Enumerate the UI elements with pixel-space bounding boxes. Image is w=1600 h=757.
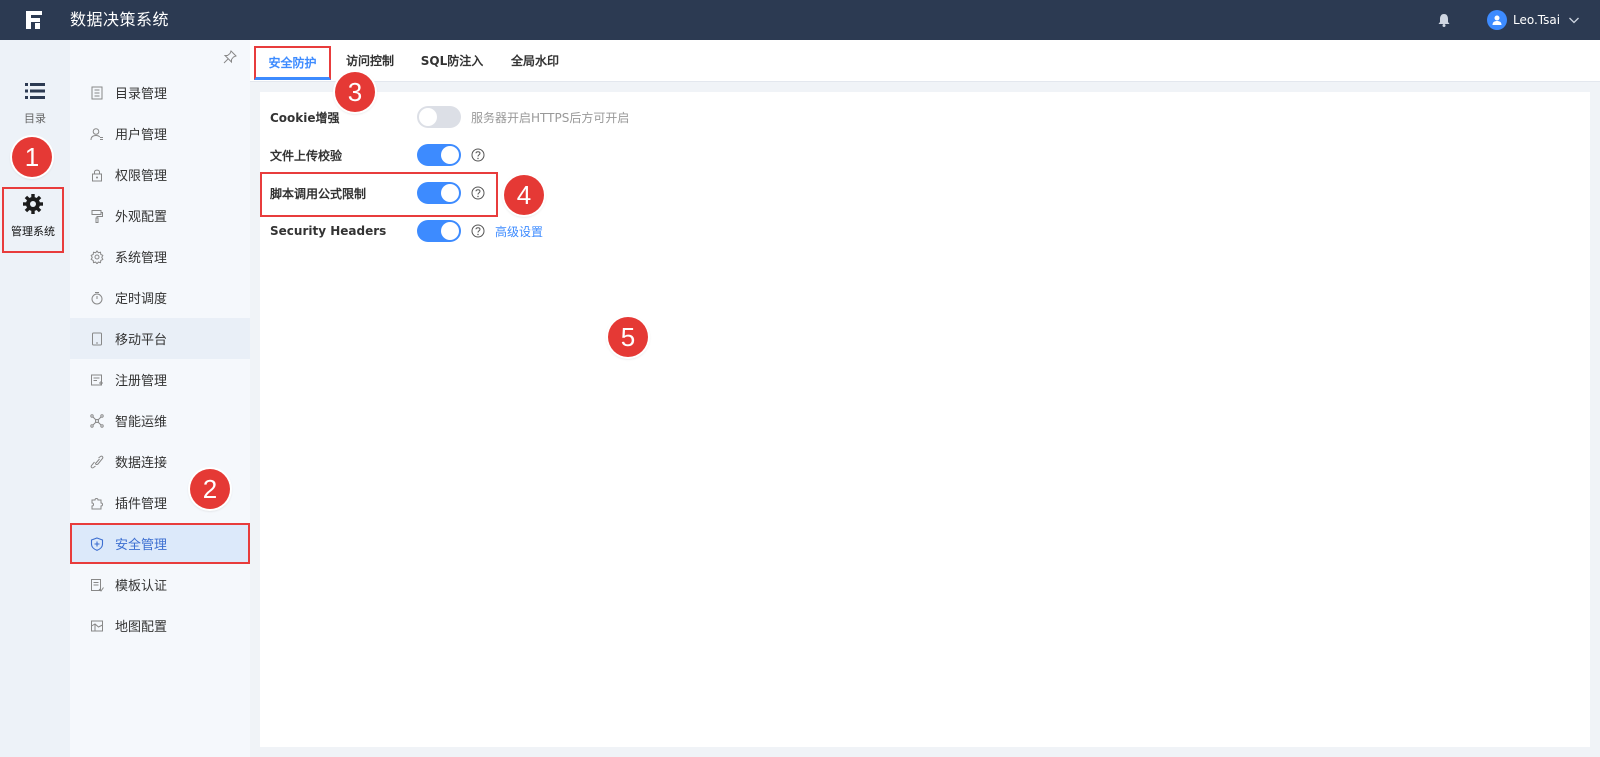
shield-icon xyxy=(90,536,104,551)
top-bar: 数据决策系统 Leo.Tsai xyxy=(0,0,1600,40)
setting-label: 文件上传校验 xyxy=(270,148,343,163)
sidebar-item[interactable]: 模板认证 xyxy=(70,564,250,605)
sidebar-item-label: 权限管理 xyxy=(115,169,168,184)
tab-security-protection[interactable]: 安全防护 xyxy=(254,46,331,80)
sidebar-item-label: 外观配置 xyxy=(115,210,168,225)
security-headers-toggle[interactable] xyxy=(417,220,461,242)
logo-icon[interactable] xyxy=(24,9,44,31)
setting-label: Cookie增强 xyxy=(270,110,340,125)
advanced-settings-link[interactable]: 高级设置 xyxy=(495,223,543,240)
sidebar-item[interactable]: 定时调度 xyxy=(70,277,250,318)
annotation-badge: 3 xyxy=(335,72,375,112)
app-title: 数据决策系统 xyxy=(70,10,170,29)
sidebar-item-label: 数据连接 xyxy=(115,456,168,471)
sidebar-item[interactable]: 用户管理 xyxy=(70,113,250,154)
help-icon[interactable] xyxy=(471,148,485,162)
user-icon xyxy=(90,127,103,140)
cookie-toggle[interactable] xyxy=(417,106,461,128)
sidebar-item[interactable]: 系统管理 xyxy=(70,236,250,277)
sidebar-item-label: 目录管理 xyxy=(115,87,168,102)
annotation-badge: 2 xyxy=(190,469,230,509)
sidebar-item[interactable]: 安全管理 xyxy=(70,523,250,564)
paint-roller-icon xyxy=(91,209,103,223)
setting-hint: 服务器开启HTTPS后方可开启 xyxy=(471,110,630,125)
rail-item-catalog[interactable]: 目录 xyxy=(0,82,70,126)
rail-catalog-label: 目录 xyxy=(24,112,46,125)
list-icon xyxy=(25,83,45,99)
timer-icon xyxy=(91,291,103,304)
sidebar-menu: 目录管理用户管理权限管理外观配置系统管理定时调度移动平台注册管理智能运维数据连接… xyxy=(70,72,250,646)
file-upload-toggle[interactable] xyxy=(417,144,461,166)
sidebar-item[interactable]: 地图配置 xyxy=(70,605,250,646)
tab-sql-injection[interactable]: SQL防注入 xyxy=(415,46,489,80)
user-menu[interactable]: Leo.Tsai xyxy=(1487,9,1580,31)
help-icon[interactable] xyxy=(471,224,485,238)
sidebar-item[interactable]: 注册管理 xyxy=(70,359,250,400)
sidebar-item[interactable]: 权限管理 xyxy=(70,154,250,195)
setting-label: Security Headers xyxy=(270,224,387,238)
rail-admin-label: 管理系统 xyxy=(11,225,55,238)
lock-icon xyxy=(92,169,102,181)
link-icon xyxy=(90,455,104,468)
setting-security-headers: Security Headers 高级设置 xyxy=(270,219,543,243)
sidebar-item-label: 智能运维 xyxy=(115,415,168,430)
pin-icon[interactable] xyxy=(223,50,237,64)
chevron-down-icon[interactable] xyxy=(1568,14,1580,26)
puzzle-icon xyxy=(91,497,103,509)
sidebar-item-label: 系统管理 xyxy=(115,251,168,266)
tab-bar: 安全防护 访问控制 SQL防注入 全局水印 xyxy=(250,40,1600,82)
sidebar-item-label: 插件管理 xyxy=(115,497,168,512)
sidebar-item[interactable]: 目录管理 xyxy=(70,72,250,113)
annotation-badge: 5 xyxy=(608,317,648,357)
setting-file-upload: 文件上传校验 xyxy=(270,143,485,167)
user-name[interactable]: Leo.Tsai xyxy=(1513,13,1560,27)
sidebar-item-label: 移动平台 xyxy=(115,333,168,348)
map-icon xyxy=(91,620,103,631)
sidebar-item-label: 地图配置 xyxy=(115,620,168,635)
avatar[interactable] xyxy=(1487,10,1507,30)
gear-icon xyxy=(23,194,43,214)
row-highlight-box xyxy=(260,172,498,217)
main-content: 安全防护 访问控制 SQL防注入 全局水印 Cookie增强 服务器开启HTTP… xyxy=(250,40,1600,757)
sidebar-item[interactable]: 外观配置 xyxy=(70,195,250,236)
bell-icon[interactable] xyxy=(1436,12,1452,28)
tab-global-watermark[interactable]: 全局水印 xyxy=(503,46,567,80)
register-icon xyxy=(91,374,103,385)
sidebar-item-label: 模板认证 xyxy=(115,579,168,594)
sidebar-item-label: 定时调度 xyxy=(115,292,168,307)
rail-item-admin[interactable]: 管理系统 xyxy=(2,187,64,253)
annotation-badge: 1 xyxy=(12,137,52,177)
setting-cookie: Cookie增强 服务器开启HTTPS后方可开启 xyxy=(270,105,629,129)
sidebar-item-label: 安全管理 xyxy=(115,538,168,553)
sidebar-item-label: 注册管理 xyxy=(115,374,168,389)
network-icon xyxy=(90,413,104,428)
sidebar-item[interactable]: 移动平台 xyxy=(70,318,250,359)
sidebar-item[interactable]: 智能运维 xyxy=(70,400,250,441)
gear-icon xyxy=(90,249,104,264)
template-icon xyxy=(91,578,104,592)
catalog-icon xyxy=(91,86,103,99)
sidebar-item-label: 用户管理 xyxy=(115,128,168,143)
admin-sidebar: 目录管理用户管理权限管理外观配置系统管理定时调度移动平台注册管理智能运维数据连接… xyxy=(70,40,250,757)
annotation-badge: 4 xyxy=(504,175,544,215)
person-icon xyxy=(1492,15,1502,25)
tablet-icon xyxy=(92,332,102,345)
